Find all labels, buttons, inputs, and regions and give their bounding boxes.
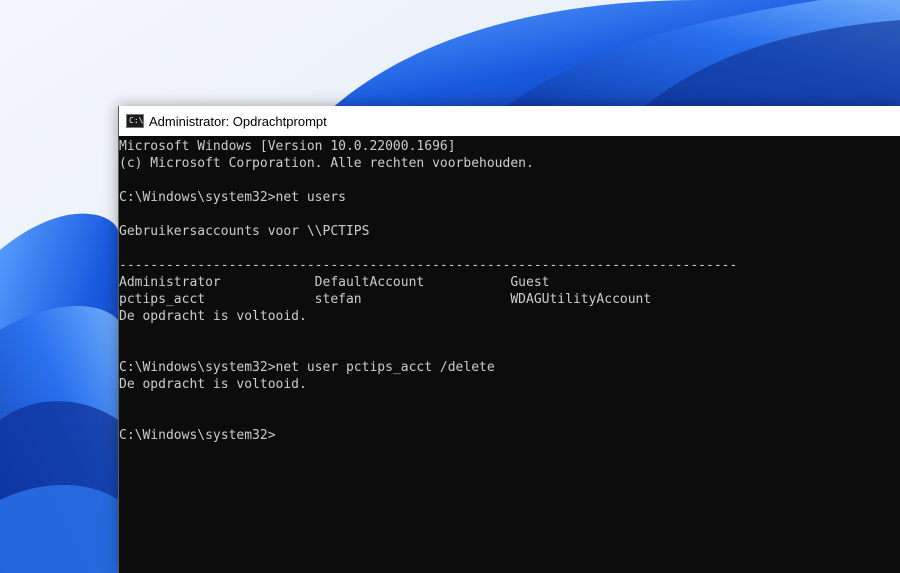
console-line: Microsoft Windows [Version 10.0.22000.16…	[119, 139, 456, 154]
console-line: De opdracht is voltooid.	[119, 309, 307, 324]
window-title: Administrator: Opdrachtprompt	[149, 113, 327, 129]
console-line: pctips_acct stefan WDAGUtilityAccount	[119, 292, 652, 307]
console-output[interactable]: Microsoft Windows [Version 10.0.22000.16…	[119, 136, 900, 573]
console-line: C:\Windows\system32>net user pctips_acct…	[119, 360, 495, 375]
console-line: Gebruikersaccounts voor \\PCTIPS	[119, 224, 370, 239]
console-line: C:\Windows\system32>	[119, 428, 276, 443]
window-titlebar[interactable]: C:\ Administrator: Opdrachtprompt	[119, 106, 900, 136]
console-line: (c) Microsoft Corporation. Alle rechten …	[119, 156, 534, 171]
console-line: ----------------------------------------…	[119, 258, 738, 273]
console-line: Administrator DefaultAccount Guest	[119, 275, 550, 290]
console-line: C:\Windows\system32>net users	[119, 190, 346, 205]
console-line: De opdracht is voltooid.	[119, 377, 307, 392]
command-prompt-window[interactable]: C:\ Administrator: Opdrachtprompt Micros…	[118, 106, 900, 573]
cmd-icon: C:\	[126, 114, 144, 128]
